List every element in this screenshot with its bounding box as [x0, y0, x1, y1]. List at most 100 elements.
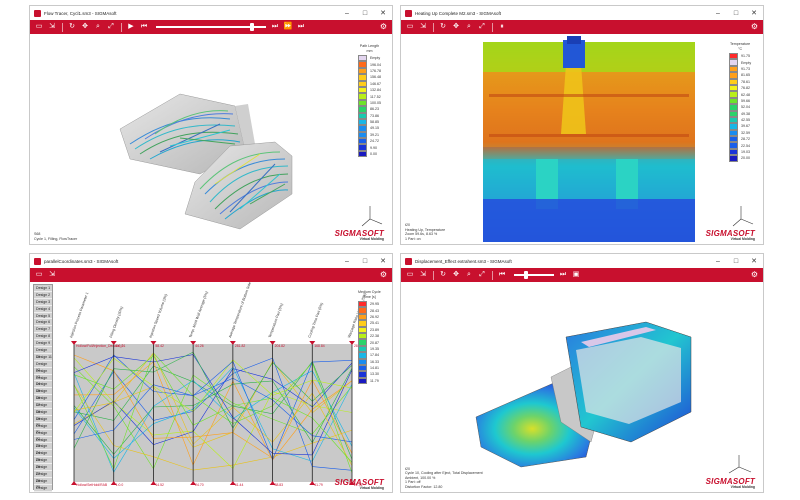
minimize-button[interactable]: – — [709, 10, 727, 17]
pause-icon[interactable]: ⏸ — [497, 22, 507, 32]
fit-view-icon[interactable]: ⤢ — [477, 270, 487, 280]
design-list-item[interactable]: Design 22 — [34, 429, 52, 441]
viewport-3d[interactable]: Temperature °C 91.75 Empty 91.73 81.65 78.61 7… — [401, 34, 763, 244]
legend-value: 91.75 — [741, 54, 750, 59]
design-list-item[interactable]: Design 15 — [34, 381, 52, 393]
legend-value: 11.79 — [370, 378, 379, 383]
zoom-icon[interactable]: ⌕ — [93, 22, 103, 32]
axis-label: Temp. Mold Wall Average (5%) — [188, 291, 209, 339]
minimize-button[interactable]: – — [338, 10, 356, 17]
open-folder-icon[interactable]: ▭ — [405, 270, 415, 280]
design-list-item[interactable]: Design 14 — [34, 374, 52, 386]
time-slider[interactable] — [156, 22, 266, 32]
design-list-item[interactable]: Design 7 — [34, 326, 52, 334]
close-button[interactable]: ✕ — [374, 9, 392, 17]
save-icon[interactable]: ⇲ — [418, 22, 428, 32]
settings-gear-icon[interactable]: ⚙ — [380, 270, 387, 279]
settings-gear-icon[interactable]: ⚙ — [751, 270, 758, 279]
save-icon[interactable]: ⇲ — [418, 270, 428, 280]
design-list-item[interactable]: Design 24 — [34, 443, 52, 455]
viewport-3d[interactable]: Path Length mm Empty 196.04 176.78 156.48 146… — [30, 34, 392, 244]
pan-icon[interactable]: ✥ — [80, 22, 90, 32]
maximize-button[interactable]: □ — [356, 10, 374, 17]
design-list-item[interactable]: Design 2 — [34, 291, 52, 299]
design-list-item[interactable]: Design 29 — [34, 477, 52, 489]
design-list-item[interactable]: Design 23 — [34, 436, 52, 448]
settings-gear-icon[interactable]: ⚙ — [751, 22, 758, 31]
close-button[interactable]: ✕ — [745, 9, 763, 17]
maximize-button[interactable]: □ — [356, 258, 374, 265]
design-list-item[interactable]: Design 30 — [34, 484, 52, 492]
pan-icon[interactable]: ✥ — [451, 22, 461, 32]
maximize-button[interactable]: □ — [727, 258, 745, 265]
design-list-item[interactable]: Design 6 — [34, 319, 52, 327]
step-back-icon[interactable]: ⏮ — [139, 22, 149, 32]
rotate-icon[interactable]: ↻ — [438, 270, 448, 280]
step-forward-icon[interactable]: ⏭ — [270, 22, 280, 32]
axis-bottom-value: 24.70 — [195, 483, 204, 487]
time-slider[interactable] — [514, 270, 554, 280]
design-list-item[interactable]: Design 25 — [34, 450, 52, 462]
fast-forward-icon[interactable]: ⏩ — [283, 22, 293, 32]
zoom-icon[interactable]: ⌕ — [464, 270, 474, 280]
design-list-item[interactable]: Design 31 — [34, 491, 52, 492]
legend-value: 52.04 — [741, 105, 750, 110]
fit-view-icon[interactable]: ⤢ — [106, 22, 116, 32]
window-title: Heating Up Complete M2.sm3 - SIGMAsoft — [415, 10, 502, 16]
design-list-item[interactable]: Design 12 — [34, 360, 52, 372]
legend-value: 176.78 — [370, 68, 381, 73]
design-list-item[interactable]: Design 20 — [34, 415, 52, 427]
axis-label: Cooling Time Part (5%) — [307, 302, 323, 338]
design-list-item[interactable]: Design 18 — [34, 402, 52, 414]
last-frame-icon[interactable]: ⏭ — [296, 22, 306, 32]
design-list-item[interactable]: Design 27 — [34, 464, 52, 476]
save-icon[interactable]: ⇲ — [47, 22, 57, 32]
parallel-coordinates-chart[interactable]: Injection Process Parameter 1Hollow/Full… — [52, 282, 392, 492]
fit-view-icon[interactable]: ⤢ — [477, 22, 487, 32]
axis-bottom-value: 88.83 — [275, 483, 284, 487]
open-folder-icon[interactable]: ▭ — [405, 22, 415, 32]
design-list-item[interactable]: Design 3 — [34, 298, 52, 306]
step-back-icon[interactable]: ⏮ — [497, 270, 507, 280]
maximize-button[interactable]: □ — [727, 10, 745, 17]
legend-value: 19.35 — [370, 346, 379, 351]
legend-value: 14.81 — [370, 366, 379, 371]
legend-value: 146.67 — [370, 81, 381, 86]
settings-gear-icon[interactable]: ⚙ — [380, 22, 387, 31]
open-folder-icon[interactable]: ▭ — [34, 270, 44, 280]
open-folder-icon[interactable]: ▭ — [34, 22, 44, 32]
design-list-item[interactable]: Design 11 — [34, 353, 52, 361]
rotate-icon[interactable]: ↻ — [67, 22, 77, 32]
viewport-3d[interactable]: t20 Cycle 10, Cooling after Eject, Total … — [401, 282, 763, 492]
step-forward-icon[interactable]: ⏭ — [558, 270, 568, 280]
design-list-item[interactable]: Design 9 — [34, 340, 52, 348]
rotate-icon[interactable]: ↻ — [438, 22, 448, 32]
legend-value: 76.82 — [741, 86, 750, 91]
design-list[interactable]: Design 1 Design 2 Design 3 Design 4 Design 5… — [33, 284, 53, 492]
design-list-item[interactable]: Design 17 — [34, 395, 52, 407]
design-list-item[interactable]: Design 1 — [34, 285, 52, 292]
design-list-item[interactable]: Design 19 — [34, 409, 52, 421]
pan-icon[interactable]: ✥ — [451, 270, 461, 280]
design-list-item[interactable]: Design 4 — [34, 305, 52, 313]
close-button[interactable]: ✕ — [745, 257, 763, 265]
minimize-button[interactable]: – — [709, 258, 727, 265]
design-list-item[interactable]: Design 8 — [34, 333, 52, 341]
design-list-item[interactable]: Design 26 — [34, 457, 52, 469]
design-list-item[interactable]: Design 13 — [34, 367, 52, 379]
play-icon[interactable]: ▶ — [126, 22, 136, 32]
titlebar: Flow Tracer, Cycl1.sm3 - SIGMAsoft – □ ✕ — [30, 6, 392, 20]
legend-value: 9.90 — [370, 145, 377, 150]
design-list-item[interactable]: Design 10 — [34, 347, 52, 359]
app-icon — [34, 9, 41, 17]
design-list-item[interactable]: Design 16 — [34, 388, 52, 400]
design-list-item[interactable]: Design 21 — [34, 422, 52, 434]
zoom-icon[interactable]: ⌕ — [464, 22, 474, 32]
design-list-item[interactable]: Design 28 — [34, 471, 52, 483]
animation-icon[interactable]: ▣ — [571, 270, 581, 280]
design-list-item[interactable]: Design 5 — [34, 312, 52, 320]
axis-bottom-value: 1:0.0 — [116, 483, 124, 487]
close-button[interactable]: ✕ — [374, 257, 392, 265]
minimize-button[interactable]: – — [338, 258, 356, 265]
save-icon[interactable]: ⇲ — [47, 270, 57, 280]
